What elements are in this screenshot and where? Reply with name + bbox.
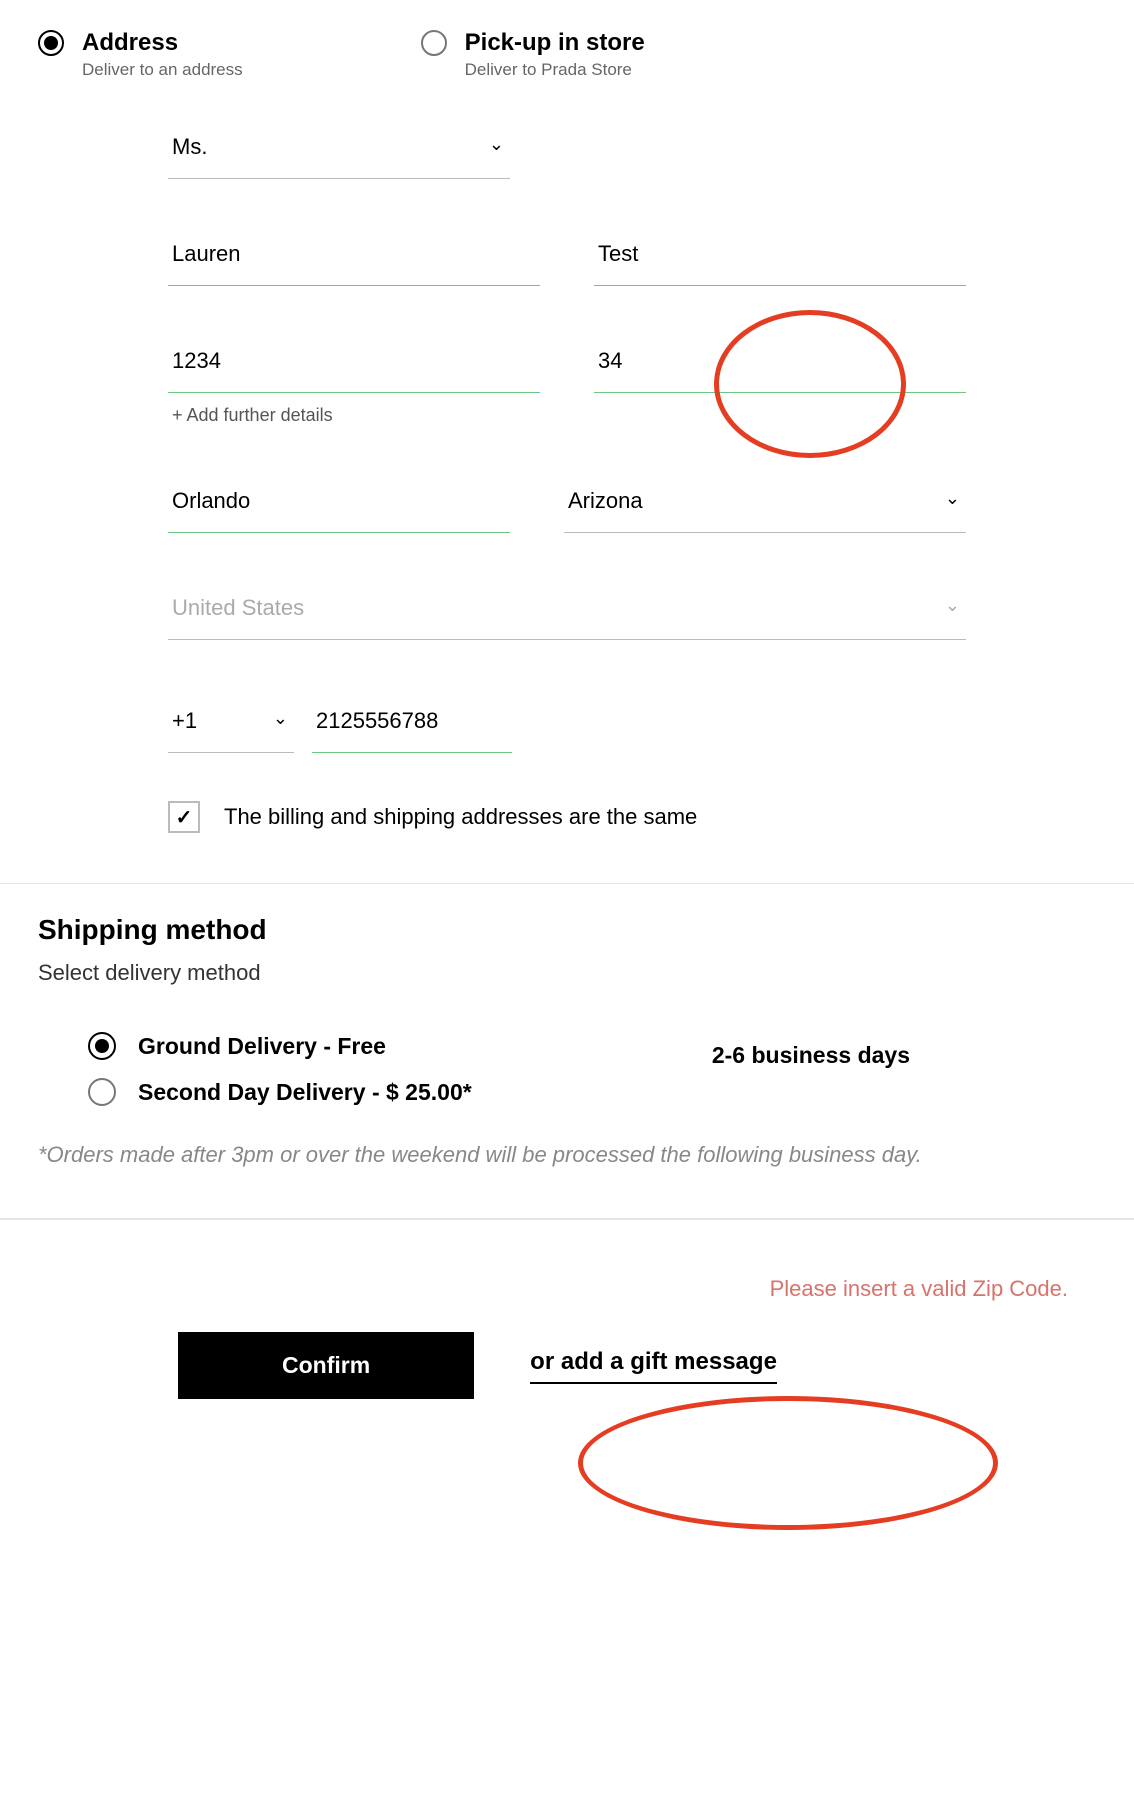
city-field[interactable]: Orlando <box>168 474 510 533</box>
shipping-note: *Orders made after 3pm or over the weeke… <box>38 1142 1096 1168</box>
confirm-button[interactable]: Confirm <box>178 1332 474 1399</box>
city-value: Orlando <box>168 474 510 533</box>
check-icon: ✓ <box>176 805 193 830</box>
billing-same-checkbox[interactable]: ✓ <box>168 801 200 833</box>
country-select[interactable]: United States ⌄ <box>168 581 966 640</box>
street-value: 1234 <box>168 334 540 393</box>
last-name-value: Test <box>594 227 966 286</box>
billing-same-label: The billing and shipping addresses are t… <box>224 804 697 830</box>
first-name-value: Lauren <box>168 227 540 286</box>
zip-error-message: Please insert a valid Zip Code. <box>770 1276 1068 1302</box>
delivery-option-address[interactable]: Address Deliver to an address <box>38 30 243 80</box>
delivery-pickup-title: Pick-up in store <box>465 30 645 56</box>
add-details-link[interactable]: + Add further details <box>168 405 966 426</box>
delivery-address-title: Address <box>82 30 243 56</box>
shipping-ground-time: 2-6 business days <box>712 1042 910 1069</box>
delivery-option-pickup[interactable]: Pick-up in store Deliver to Prada Store <box>421 30 645 80</box>
phone-value: 2125556788 <box>312 694 512 753</box>
apt-value: 34 <box>594 334 966 393</box>
delivery-pickup-sub: Deliver to Prada Store <box>465 60 645 80</box>
radio-unselected-icon <box>88 1078 116 1106</box>
radio-selected-icon <box>88 1032 116 1060</box>
shipping-option-ground[interactable]: Ground Delivery - Free <box>88 1032 386 1060</box>
state-select[interactable]: Arizona ⌄ <box>564 474 966 533</box>
last-name-field[interactable]: Test <box>594 227 966 286</box>
salutation-select[interactable]: Ms. ⌄ <box>168 120 510 179</box>
salutation-value: Ms. <box>168 120 510 179</box>
phone-field[interactable]: 2125556788 <box>312 694 512 753</box>
first-name-field[interactable]: Lauren <box>168 227 540 286</box>
radio-unselected-icon <box>421 30 447 56</box>
shipping-title: Shipping method <box>38 914 1096 946</box>
street-field[interactable]: 1234 <box>168 334 540 393</box>
gift-message-link[interactable]: or add a gift message <box>530 1348 777 1384</box>
radio-selected-icon <box>38 30 64 56</box>
country-value: United States <box>168 581 966 640</box>
shipping-second-day-label: Second Day Delivery - $ 25.00* <box>138 1079 472 1106</box>
shipping-ground-label: Ground Delivery - Free <box>138 1033 386 1060</box>
delivery-address-sub: Deliver to an address <box>82 60 243 80</box>
state-value: Arizona <box>564 474 966 533</box>
phone-code-value: +1 <box>168 694 294 753</box>
shipping-sub: Select delivery method <box>38 960 1096 986</box>
shipping-option-second-day[interactable]: Second Day Delivery - $ 25.00* <box>88 1078 1096 1106</box>
phone-code-select[interactable]: +1 ⌄ <box>168 694 294 753</box>
apt-field[interactable]: 34 <box>594 334 966 393</box>
